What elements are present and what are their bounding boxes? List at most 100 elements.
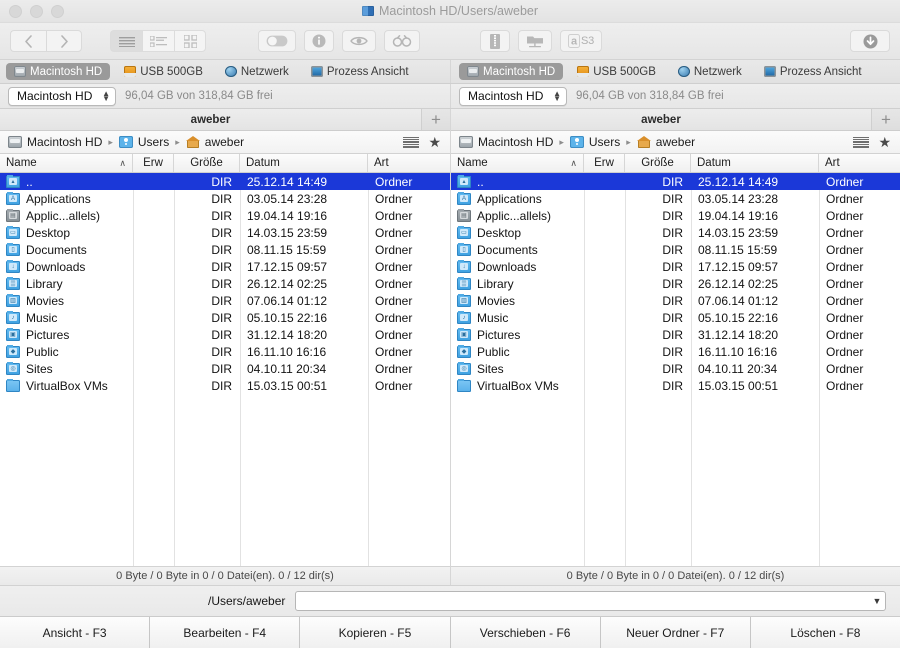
edit-f4-button[interactable]: Bearbeiten - F4	[150, 617, 300, 648]
table-row[interactable]: ▒LibraryDIR26.12.14 02:25Ordner	[0, 275, 450, 292]
table-row[interactable]: ♪MusicDIR05.10.15 22:16Ordner	[0, 309, 450, 326]
window-title-bar: Macintosh HD/Users/aweber	[0, 0, 900, 23]
table-row[interactable]: ▣PicturesDIR31.12.14 18:20Ordner	[0, 326, 450, 343]
close-button[interactable]	[9, 5, 22, 18]
table-row[interactable]: AApplicationsDIR03.05.14 23:28Ordner	[451, 190, 900, 207]
breadcrumb-item-macintosh-hd[interactable]: Macintosh HD	[8, 135, 102, 149]
drive-tab-macintosh-hd-right[interactable]: Macintosh HD	[459, 63, 563, 80]
hard-disk-icon	[467, 66, 479, 77]
drive-tab-prozess-ansicht-right[interactable]: Prozess Ansicht	[756, 63, 870, 80]
table-row[interactable]: AApplicationsDIR03.05.14 23:28Ordner	[0, 190, 450, 207]
table-row[interactable]: ◆PublicDIR16.11.10 16:16Ordner	[0, 343, 450, 360]
table-row[interactable]: ▣PicturesDIR31.12.14 18:20Ordner	[451, 326, 900, 343]
table-row[interactable]: ◎SitesDIR04.10.11 20:34Ordner	[451, 360, 900, 377]
drive-tab-netzwerk-right[interactable]: Netzwerk	[670, 63, 750, 80]
column-header-name[interactable]: Name ∧	[0, 154, 133, 172]
grid-icon[interactable]	[174, 30, 206, 52]
table-row[interactable]: ▤Applic...allels)DIR19.04.14 19:16Ordner	[0, 207, 450, 224]
archive-button[interactable]	[480, 30, 510, 52]
forward-button[interactable]	[46, 30, 82, 52]
view-f3-button[interactable]: Ansicht - F3	[0, 617, 150, 648]
history-list-icon[interactable]	[853, 136, 869, 149]
breadcrumb-item-users[interactable]: Users	[570, 135, 620, 149]
table-row[interactable]: ▯DocumentsDIR08.11.15 15:59Ordner	[0, 241, 450, 258]
cell-date: 05.10.15 22:16	[691, 311, 819, 325]
table-row[interactable]: ▭DesktopDIR14.03.15 23:59Ordner	[0, 224, 450, 241]
drive-tab-prozess-ansicht-left[interactable]: Prozess Ansicht	[303, 63, 417, 80]
drive-select-dropdown-right[interactable]: Macintosh HD ▲▼	[459, 87, 567, 106]
file-list-left[interactable]: ▴..DIR25.12.14 14:49OrdnerAApplicationsD…	[0, 173, 450, 566]
chevron-down-icon[interactable]: ▼	[869, 596, 885, 606]
breadcrumb-item-users[interactable]: Users	[119, 135, 169, 149]
history-list-icon[interactable]	[403, 136, 419, 149]
drive-tab-macintosh-hd-left[interactable]: Macintosh HD	[6, 63, 110, 80]
cell-art: Ordner	[368, 362, 450, 376]
table-row[interactable]: ▭DesktopDIR14.03.15 23:59Ordner	[451, 224, 900, 241]
file-name-label: Library	[477, 277, 514, 291]
table-row[interactable]: ▯DocumentsDIR08.11.15 15:59Ordner	[451, 241, 900, 258]
toggle-switch-button[interactable]	[258, 30, 296, 52]
list-detail-icon[interactable]	[142, 30, 174, 52]
column-header-groesse[interactable]: Größe	[174, 154, 240, 172]
panel-tab-aweber-right[interactable]: aweber	[451, 109, 872, 130]
parent-folder-icon: ▴	[6, 176, 20, 188]
drive-tab-usb-500gb-left[interactable]: USB 500GB	[116, 63, 211, 80]
breadcrumb-item-aweber[interactable]: aweber	[186, 135, 244, 149]
breadcrumb-item-aweber[interactable]: aweber	[637, 135, 695, 149]
column-header-art[interactable]: Art	[819, 154, 900, 172]
copy-f5-button[interactable]: Kopieren - F5	[300, 617, 450, 648]
table-row[interactable]: ♪MusicDIR05.10.15 22:16Ordner	[451, 309, 900, 326]
column-header-datum[interactable]: Datum	[240, 154, 368, 172]
add-tab-button-right[interactable]: +	[872, 109, 900, 130]
breadcrumb-item-macintosh-hd[interactable]: Macintosh HD	[459, 135, 553, 149]
command-input[interactable]	[296, 592, 869, 610]
table-row[interactable]: ◆PublicDIR16.11.10 16:16Ordner	[451, 343, 900, 360]
download-button[interactable]	[850, 30, 890, 52]
cell-name: ▭Desktop	[0, 226, 133, 240]
column-header-erw[interactable]: Erw	[133, 154, 174, 172]
drive-select-dropdown-left[interactable]: Macintosh HD ▲▼	[8, 87, 116, 106]
column-header-name[interactable]: Name ∧	[451, 154, 584, 172]
column-header-erw[interactable]: Erw	[584, 154, 625, 172]
table-row[interactable]: VirtualBox VMsDIR15.03.15 00:51Ordner	[451, 377, 900, 394]
panel-tab-aweber-left[interactable]: aweber	[0, 109, 422, 130]
drive-tab-usb-500gb-right[interactable]: USB 500GB	[569, 63, 664, 80]
new-folder-f7-button[interactable]: Neuer Ordner - F7	[601, 617, 751, 648]
column-header-groesse[interactable]: Größe	[625, 154, 691, 172]
drive-tab-netzwerk-left[interactable]: Netzwerk	[217, 63, 297, 80]
delete-f8-button[interactable]: Löschen - F8	[751, 617, 900, 648]
table-row[interactable]: ◎SitesDIR04.10.11 20:34Ordner	[0, 360, 450, 377]
cell-date: 07.06.14 01:12	[240, 294, 368, 308]
bookmark-star-icon[interactable]: ★	[878, 135, 891, 149]
find-button[interactable]	[384, 30, 420, 52]
pictures-folder-icon: ▣	[457, 329, 471, 341]
table-row[interactable]: ↓DownloadsDIR17.12.15 09:57Ordner	[0, 258, 450, 275]
command-input-wrapper[interactable]: ▼	[295, 591, 886, 611]
table-row[interactable]: ▤Applic...allels)DIR19.04.14 19:16Ordner	[451, 207, 900, 224]
s3-button[interactable]: a S3	[560, 30, 602, 52]
file-manager-window: Macintosh HD/Users/aweber	[0, 0, 900, 648]
maximize-button[interactable]	[51, 5, 64, 18]
table-row[interactable]: ▥MoviesDIR07.06.14 01:12Ordner	[0, 292, 450, 309]
file-name-label: Sites	[26, 362, 53, 376]
table-row[interactable]: VirtualBox VMsDIR15.03.15 00:51Ordner	[0, 377, 450, 394]
add-tab-button-left[interactable]: +	[422, 109, 450, 130]
file-list-right[interactable]: ▴..DIR25.12.14 14:49OrdnerAApplicationsD…	[451, 173, 900, 566]
back-button[interactable]	[10, 30, 46, 52]
info-button[interactable]	[304, 30, 334, 52]
table-row[interactable]: ↓DownloadsDIR17.12.15 09:57Ordner	[451, 258, 900, 275]
table-row[interactable]: ▴..DIR25.12.14 14:49Ordner	[451, 173, 900, 190]
preview-button[interactable]	[342, 30, 376, 52]
breadcrumb-separator: ▸	[626, 137, 631, 148]
move-f6-button[interactable]: Verschieben - F6	[451, 617, 601, 648]
network-button[interactable]	[518, 30, 552, 52]
list-lines-icon[interactable]	[110, 30, 142, 52]
cell-date: 08.11.15 15:59	[691, 243, 819, 257]
table-row[interactable]: ▥MoviesDIR07.06.14 01:12Ordner	[451, 292, 900, 309]
table-row[interactable]: ▒LibraryDIR26.12.14 02:25Ordner	[451, 275, 900, 292]
column-header-datum[interactable]: Datum	[691, 154, 819, 172]
bookmark-star-icon[interactable]: ★	[428, 135, 441, 149]
table-row[interactable]: ▴..DIR25.12.14 14:49Ordner	[0, 173, 450, 190]
minimize-button[interactable]	[30, 5, 43, 18]
column-header-art[interactable]: Art	[368, 154, 450, 172]
